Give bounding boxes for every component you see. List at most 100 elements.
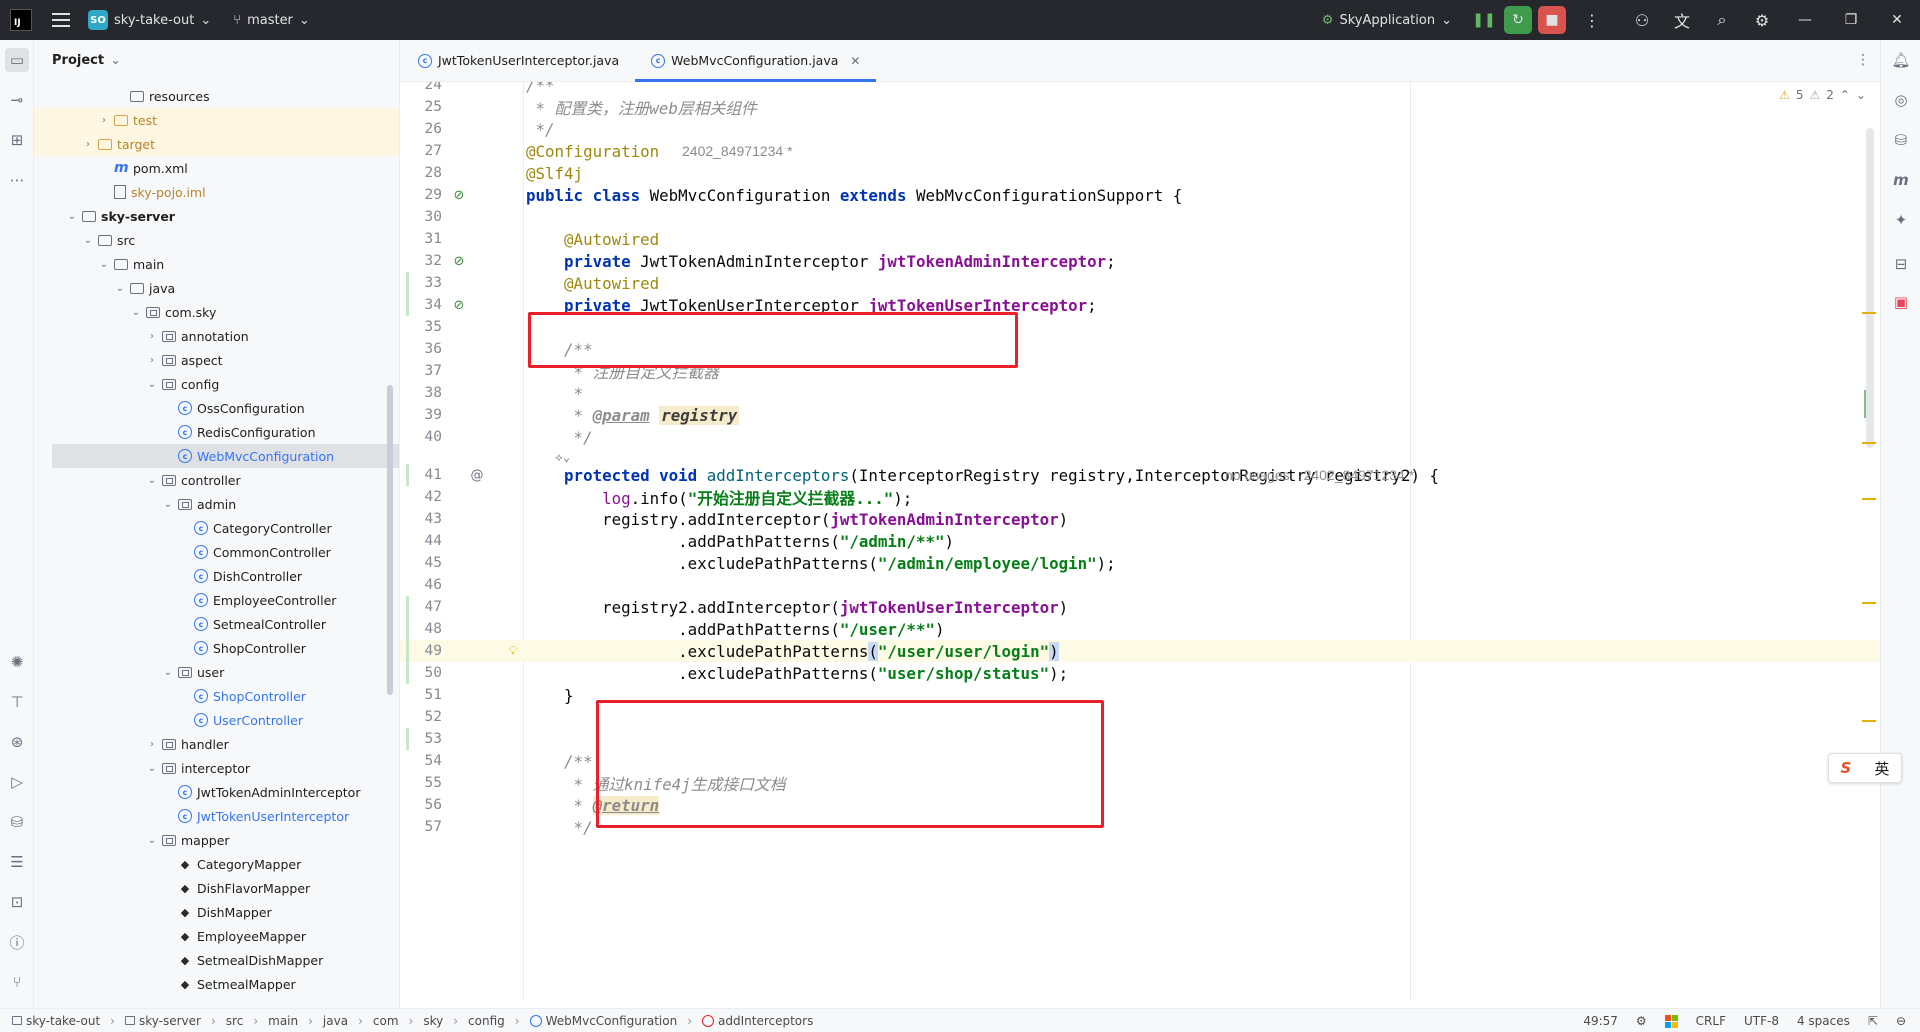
author-inlay-hint[interactable]: 2402_84971234 * — [1304, 467, 1415, 483]
breadcrumb-item[interactable]: java — [323, 1014, 348, 1028]
code-line[interactable]: 42 log.info("开始注册自定义拦截器..."); — [400, 486, 1880, 508]
line-separator[interactable]: CRLF — [1696, 1014, 1726, 1028]
override-annotation-icon[interactable]: @ — [468, 466, 486, 484]
chevron-down-icon[interactable]: ⌄ — [114, 283, 126, 294]
tree-item[interactable]: ◆ DishFlavorMapper — [34, 876, 399, 900]
more-tools-icon[interactable]: ⋯ — [7, 170, 27, 190]
intellij-logo-icon[interactable]: IJ — [10, 9, 32, 31]
branch-switcher[interactable]: ⑂ master ⌄ — [233, 13, 310, 28]
commit-icon[interactable]: ⊸ — [7, 90, 27, 110]
code-line[interactable]: 31 @Autowired — [400, 228, 1880, 250]
tree-item[interactable]: m pom.xml — [34, 156, 399, 180]
plugin-icon[interactable]: ▣ — [1891, 292, 1911, 312]
tree-item[interactable]: c WebMvcConfiguration — [52, 444, 399, 468]
tree-item[interactable]: ◆ EmployeeMapper — [34, 924, 399, 948]
git-icon[interactable]: ⑂ — [7, 972, 27, 992]
tree-item[interactable]: › aspect — [34, 348, 399, 372]
intention-bulb-icon[interactable]: 💡︎ — [504, 642, 522, 660]
main-menu-icon[interactable] — [52, 13, 70, 27]
chevron-down-icon[interactable]: ⌄ — [146, 763, 158, 774]
read-only-toggle-icon[interactable]: ⇱ — [1868, 1014, 1878, 1028]
tree-item[interactable]: ◆ SetmealDishMapper — [34, 948, 399, 972]
breadcrumb-item[interactable]: sky-take-out — [12, 1014, 100, 1028]
editor-scrollbar[interactable] — [1866, 128, 1874, 448]
code-line[interactable]: 24 /** — [400, 82, 1880, 96]
mybatis-icon[interactable]: ✦ — [1891, 210, 1911, 230]
tree-item[interactable]: c OssConfiguration — [34, 396, 399, 420]
code-line[interactable]: 33 @Autowired — [400, 272, 1880, 294]
chevron-down-icon[interactable]: ⌄ — [162, 499, 174, 510]
code-line[interactable]: 27 @Configuration 2402_84971234 * — [400, 140, 1880, 162]
tree-item[interactable]: c CommonController — [34, 540, 399, 564]
run-configuration-selector[interactable]: ⚙ SkyApplication ⌄ — [1322, 13, 1452, 28]
restore-icon[interactable]: ❐ — [1828, 0, 1874, 40]
tree-item[interactable]: ⌄ mapper — [34, 828, 399, 852]
inspection-widget[interactable]: ⚠ 5 ⚠ 2 ⌃ ⌄ — [1779, 88, 1866, 102]
code-line[interactable]: 32 ⊘ private JwtTokenAdminInterceptor jwt… — [400, 250, 1880, 272]
tree-item[interactable]: c RedisConfiguration — [34, 420, 399, 444]
tree-item[interactable]: c SetmealController — [34, 612, 399, 636]
code-line[interactable]: 48 .addPathPatterns("/user/**") — [400, 618, 1880, 640]
spring-bean-icon[interactable]: ⊘ — [450, 296, 468, 314]
breadcrumb-item[interactable]: sky — [423, 1014, 443, 1028]
pause-icon[interactable]: ❚❚ — [1470, 6, 1498, 34]
indent-setting[interactable]: 4 spaces — [1797, 1014, 1850, 1028]
structure-icon[interactable]: ⊞ — [7, 130, 27, 150]
tree-item[interactable]: › test — [34, 108, 399, 132]
tree-item[interactable]: ⌄ sky-server — [34, 204, 399, 228]
stop-icon[interactable]: ■ — [1538, 6, 1566, 34]
code-line[interactable]: 44 .addPathPatterns("/admin/**") — [400, 530, 1880, 552]
tree-item[interactable]: ⌄ admin — [34, 492, 399, 516]
translation-icon[interactable]: ⊟ — [1891, 254, 1911, 274]
more-actions-icon[interactable]: ⋮ — [1572, 0, 1612, 40]
code-line[interactable]: 45 .excludePathPatterns("/admin/employee… — [400, 552, 1880, 574]
problems-icon[interactable]: ⓘ — [7, 932, 27, 952]
usages-inlay-hint[interactable]: no usages — [1225, 467, 1290, 483]
tree-item[interactable]: c ShopController — [34, 684, 399, 708]
tree-item[interactable]: › annotation — [34, 324, 399, 348]
services-icon[interactable]: ✺ — [7, 652, 27, 672]
chevron-down-icon[interactable]: ⌄ — [130, 307, 142, 318]
tree-item[interactable]: ⌄ com.sky — [34, 300, 399, 324]
todo-icon[interactable]: ☰ — [7, 852, 27, 872]
breadcrumb-item[interactable]: src — [226, 1014, 244, 1028]
minimize-icon[interactable]: — — [1782, 0, 1828, 40]
project-tool-icon[interactable]: ▭ — [5, 48, 29, 72]
code-line[interactable]: 29 ⊘ public class WebMvcConfiguration exte… — [400, 184, 1880, 206]
file-encoding[interactable]: UTF-8 — [1744, 1014, 1779, 1028]
tree-item[interactable]: › handler — [34, 732, 399, 756]
tree-item[interactable]: ⌄ user — [34, 660, 399, 684]
chevron-down-icon[interactable]: ⌄ — [146, 379, 158, 390]
chevron-right-icon[interactable]: › — [146, 739, 158, 750]
chevron-down-icon[interactable]: ⌄ — [66, 211, 78, 222]
breadcrumb-item[interactable]: config — [468, 1014, 505, 1028]
maven-icon[interactable]: m — [1891, 170, 1911, 190]
debug-icon[interactable]: ⊛ — [7, 732, 27, 752]
project-panel-header[interactable]: Project ⌄ — [34, 40, 399, 80]
chevron-down-icon[interactable]: ⌄ — [98, 259, 110, 270]
spring-bean-icon[interactable]: ⊘ — [450, 252, 468, 270]
tree-item[interactable]: › target — [34, 132, 399, 156]
chevron-right-icon[interactable]: › — [82, 139, 94, 150]
code-line[interactable]: 43 registry.addInterceptor(jwtTokenAdmin… — [400, 508, 1880, 530]
tree-item[interactable]: ⌄ config — [34, 372, 399, 396]
breadcrumb-item[interactable]: com — [373, 1014, 399, 1028]
tree-item[interactable]: c JwtTokenUserInterceptor — [34, 804, 399, 828]
code-line[interactable]: 25 * 配置类，注册web层相关组件 — [400, 96, 1880, 118]
code-line[interactable]: 39 * @param registry — [400, 404, 1880, 426]
tree-item[interactable]: ⌄ interceptor — [34, 756, 399, 780]
breadcrumb-item[interactable]: WebMvcConfiguration — [529, 1014, 677, 1028]
search-icon[interactable]: ⌕ — [1702, 0, 1742, 40]
code-line[interactable]: 30 — [400, 206, 1880, 228]
chevron-down-icon[interactable]: ⌄ — [162, 667, 174, 678]
chevron-down-icon[interactable]: ⌄ — [82, 235, 94, 246]
breadcrumb-item[interactable]: main — [268, 1014, 298, 1028]
chevron-down-icon[interactable]: ⌄ — [146, 835, 158, 846]
chevron-right-icon[interactable]: › — [146, 331, 158, 342]
tab-jwt-token-user-interceptor[interactable]: c JwtTokenUserInterceptor.java — [400, 40, 635, 81]
translate-icon[interactable]: 文 — [1662, 0, 1702, 40]
tree-item[interactable]: c ShopController — [34, 636, 399, 660]
memory-indicator-icon[interactable]: ⊖ — [1896, 1014, 1906, 1028]
code-line[interactable]: 49 💡︎ .excludePathPatterns("/user/user/lo… — [400, 640, 1880, 662]
author-inlay-hint[interactable]: 2402_84971234 * — [682, 143, 793, 159]
